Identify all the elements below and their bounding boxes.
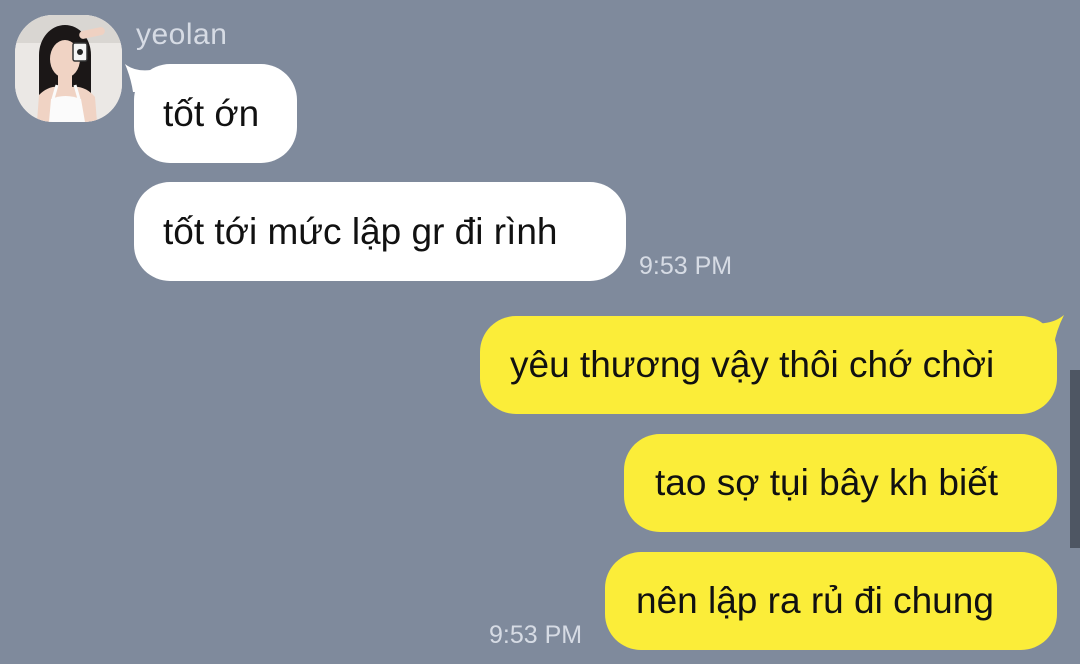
outgoing-message[interactable]: yêu thương vậy thôi chớ chời: [480, 316, 1057, 414]
message-text: tao sợ tụi bây kh biết: [655, 462, 999, 503]
message-text: tốt ớn: [163, 92, 260, 134]
incoming-timestamp: 9:53 PM: [639, 252, 733, 280]
avatar[interactable]: [15, 15, 122, 122]
sender-name: yeolan: [136, 18, 228, 51]
scrollbar[interactable]: [1070, 370, 1080, 548]
message-text: nên lập ra rủ đi chung: [636, 580, 994, 621]
profile-photo-icon: [15, 15, 122, 122]
outgoing-message[interactable]: nên lập ra rủ đi chung: [605, 552, 1057, 650]
incoming-message[interactable]: tốt ớn: [134, 64, 297, 163]
outgoing-timestamp: 9:53 PM: [489, 621, 583, 649]
message-text: tốt tới mức lập gr đi rình: [163, 210, 558, 252]
outgoing-message[interactable]: tao sợ tụi bây kh biết: [624, 434, 1057, 532]
chat-view: yeolan tốt ớn tốt tới mức lập gr đi rình…: [0, 0, 1080, 664]
message-text: yêu thương vậy thôi chớ chời: [510, 344, 995, 385]
incoming-message[interactable]: tốt tới mức lập gr đi rình: [134, 182, 626, 281]
